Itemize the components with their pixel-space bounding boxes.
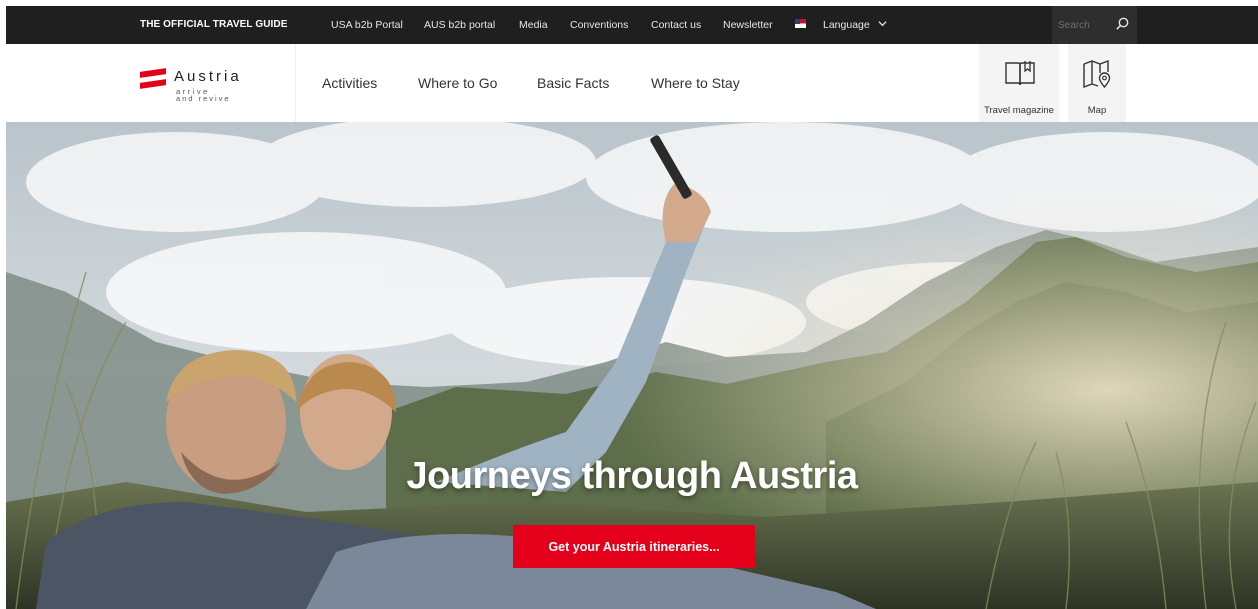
aus-b2b-portal-link[interactable]: AUS b2b portal <box>424 19 495 31</box>
logo-wordmark: Austria <box>174 68 242 85</box>
search-box <box>1052 6 1137 44</box>
map-button[interactable]: Map <box>1068 44 1126 122</box>
hero-title: Journeys through Austria <box>406 455 858 497</box>
page: THE OFFICIAL TRAVEL GUIDE USA b2b Portal… <box>6 6 1258 609</box>
book-icon <box>1005 61 1035 86</box>
hero-banner: Journeys through Austria Get your Austri… <box>6 122 1258 609</box>
nav-item-basic-facts[interactable]: Basic Facts <box>537 75 609 91</box>
us-flag-icon <box>795 19 806 28</box>
logo-stripe-bottom <box>140 79 166 89</box>
search-icon[interactable] <box>1114 16 1130 32</box>
language-selector[interactable]: Language <box>823 19 870 31</box>
media-link[interactable]: Media <box>519 19 548 31</box>
map-label: Map <box>1087 105 1107 116</box>
search-input[interactable] <box>1058 17 1108 33</box>
map-pin-icon <box>1083 59 1111 89</box>
chevron-down-icon[interactable] <box>878 19 887 31</box>
usa-b2b-portal-link[interactable]: USA b2b Portal <box>331 19 403 31</box>
nav-item-where-to-go[interactable]: Where to Go <box>418 75 497 91</box>
newsletter-link[interactable]: Newsletter <box>723 19 773 31</box>
contact-us-link[interactable]: Contact us <box>651 19 701 31</box>
main-nav-bar: Austria arrive and revive Activities Whe… <box>6 44 1258 122</box>
logo-tagline-line2: and revive <box>176 94 231 103</box>
conventions-link[interactable]: Conventions <box>570 19 628 31</box>
logo-stripe-top <box>140 68 166 78</box>
nav-item-activities[interactable]: Activities <box>322 75 377 91</box>
austria-logo[interactable]: Austria arrive and revive <box>140 64 290 110</box>
travel-magazine-button[interactable]: Travel magazine <box>979 44 1059 122</box>
get-itineraries-button[interactable]: Get your Austria itineraries... <box>513 525 755 568</box>
nav-divider <box>295 44 296 122</box>
travel-magazine-label: Travel magazine <box>984 105 1054 116</box>
official-guide-label: THE OFFICIAL TRAVEL GUIDE <box>140 19 288 30</box>
top-utility-bar: THE OFFICIAL TRAVEL GUIDE USA b2b Portal… <box>6 6 1258 44</box>
nav-item-where-to-stay[interactable]: Where to Stay <box>651 75 740 91</box>
